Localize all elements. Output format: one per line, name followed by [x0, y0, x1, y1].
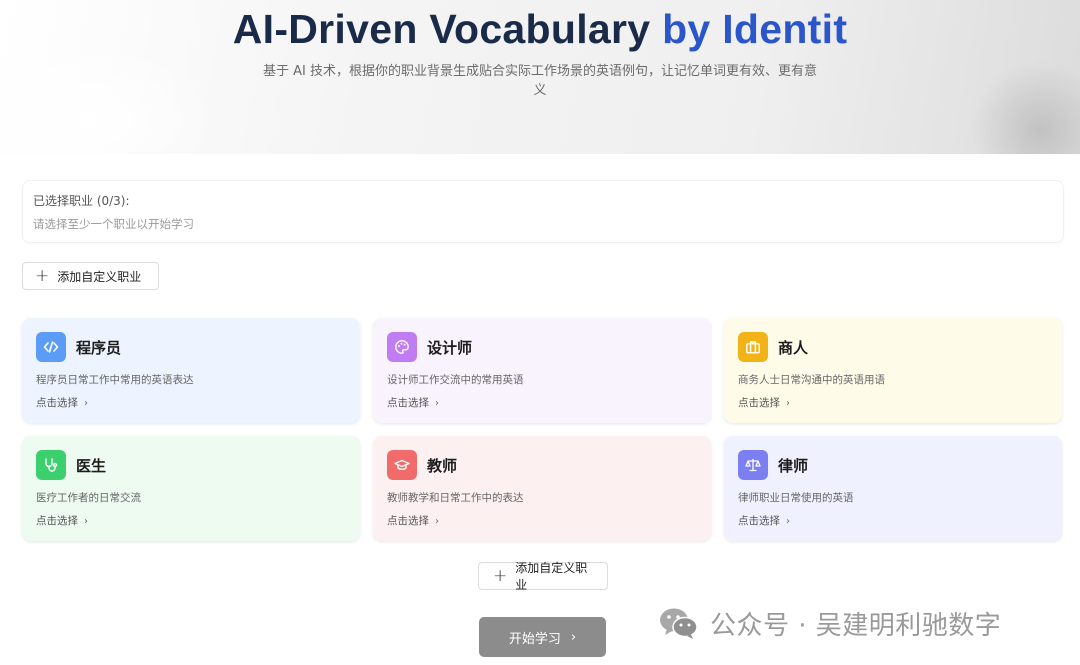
page-title: AI-Driven Vocabulary by Identit	[0, 6, 1080, 53]
occupation-card-designer[interactable]: 设计师 设计师工作交流中的常用英语 点击选择 ›	[373, 318, 711, 423]
title-part-1: AI-Driven Vocabulary	[232, 6, 663, 52]
card-title: 设计师	[427, 339, 473, 357]
card-select-link[interactable]: 点击选择 ›	[387, 513, 439, 528]
scale-icon	[738, 450, 768, 480]
wechat-icon	[660, 608, 698, 639]
card-select-link[interactable]: 点击选择 ›	[387, 395, 439, 410]
selected-occupations-panel: 已选择职业 (0/3): 请选择至少一个职业以开始学习	[22, 180, 1064, 243]
palette-icon	[387, 332, 417, 362]
card-description: 律师职业日常使用的英语	[738, 492, 854, 504]
chevron-right-icon: ›	[84, 398, 88, 409]
card-description: 设计师工作交流中的常用英语	[387, 374, 524, 386]
card-title: 程序员	[76, 339, 122, 357]
chevron-right-icon: ›	[84, 516, 88, 527]
page-subtitle: 基于 AI 技术，根据你的职业背景生成贴合实际工作场景的英语例句，让记忆单词更有…	[263, 64, 817, 98]
add-custom-label: 添加自定义职业	[57, 269, 142, 284]
selected-count-label: 已选择职业 (0/3):	[33, 194, 130, 208]
card-title: 商人	[778, 339, 809, 357]
start-learning-label: 开始学习	[508, 631, 561, 647]
chevron-right-icon: ›	[570, 629, 577, 645]
card-select-link[interactable]: 点击选择 ›	[738, 395, 790, 410]
stethoscope-icon	[36, 450, 66, 480]
watermark: 公众号 · 吴建明利驰数字	[658, 604, 1001, 642]
card-select-link[interactable]: 点击选择 ›	[738, 513, 790, 528]
chevron-right-icon: ›	[786, 516, 790, 527]
start-learning-button[interactable]: 开始学习 ›	[479, 617, 606, 657]
graduation-cap-icon	[387, 450, 417, 480]
title-part-2: by Identit	[662, 6, 848, 52]
occupation-card-doctor[interactable]: 医生 医疗工作者的日常交流 点击选择 ›	[22, 436, 360, 541]
occupation-card-programmer[interactable]: 程序员 程序员日常工作中常用的英语表达 点击选择 ›	[22, 318, 360, 423]
add-custom-label: 添加自定义职业	[515, 561, 588, 592]
plus-icon: +	[493, 565, 508, 586]
briefcase-icon	[738, 332, 768, 362]
card-description: 医疗工作者的日常交流	[36, 492, 141, 504]
card-select-link[interactable]: 点击选择 ›	[36, 395, 88, 410]
occupation-card-teacher[interactable]: 教师 教师教学和日常工作中的表达 点击选择 ›	[373, 436, 711, 541]
card-description: 程序员日常工作中常用的英语表达	[36, 374, 194, 386]
add-custom-occupation-button-bottom[interactable]: + 添加自定义职业	[478, 561, 608, 592]
add-custom-occupation-button[interactable]: + 添加自定义职业	[22, 262, 159, 290]
hero-banner: AI-Driven Vocabulary by Identit 基于 AI 技术…	[0, 0, 1080, 154]
watermark-text: 公众号 · 吴建明利驰数字	[710, 610, 1002, 641]
occupation-card-businessman[interactable]: 商人 商务人士日常沟通中的英语用语 点击选择 ›	[724, 318, 1062, 423]
card-description: 商务人士日常沟通中的英语用语	[738, 374, 885, 386]
occupation-card-lawyer[interactable]: 律师 律师职业日常使用的英语 点击选择 ›	[724, 436, 1062, 541]
selection-hint: 请选择至少一个职业以开始学习	[33, 217, 194, 231]
chevron-right-icon: ›	[786, 398, 790, 409]
card-select-link[interactable]: 点击选择 ›	[36, 513, 88, 528]
card-title: 教师	[427, 457, 458, 475]
chevron-right-icon: ›	[435, 516, 439, 527]
chevron-right-icon: ›	[435, 398, 439, 409]
card-description: 教师教学和日常工作中的表达	[387, 492, 524, 504]
plus-icon: +	[35, 265, 50, 286]
code-icon	[36, 332, 66, 362]
card-title: 律师	[778, 457, 809, 475]
card-title: 医生	[76, 457, 107, 475]
